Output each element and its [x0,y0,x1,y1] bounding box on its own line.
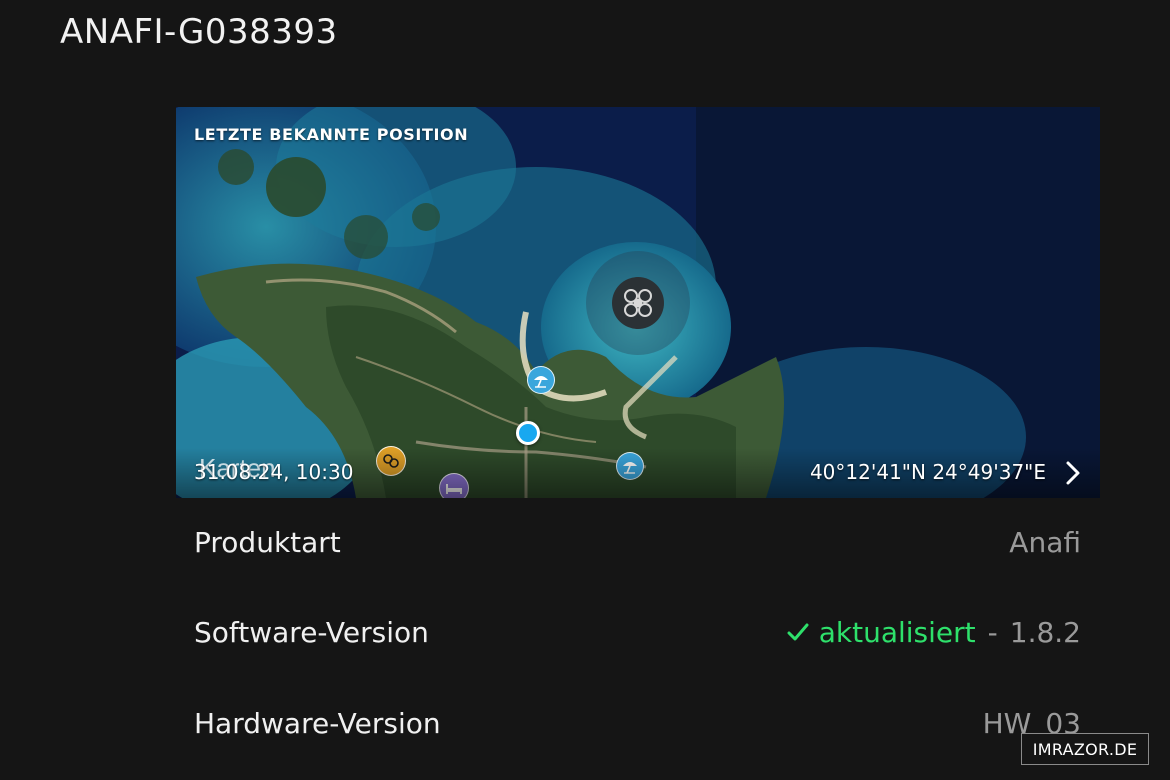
beach-umbrella-icon[interactable] [527,366,555,394]
update-status: aktualisiert [785,616,976,649]
last-position-map[interactable]: LETZTE BEKANNTE POSITION Karten 31.08.24… [176,107,1100,498]
drone-icon [612,277,664,329]
device-title: ANAFI-G038393 [60,12,338,52]
location-dot [516,421,540,445]
software-version-row: Software-Version aktualisiert - 1.8.2 [194,612,1081,652]
product-type-label: Produktart [194,525,341,559]
version-separator: - [987,615,998,649]
map-coordinates: 40°12'41"N 24°49'37"E [809,460,1046,484]
map-timestamp: 31.08.24, 10:30 [194,460,354,484]
update-status-text: aktualisiert [818,615,976,649]
chevron-right-icon[interactable] [1062,459,1084,487]
watermark: IMRAZOR.DE [1021,733,1149,765]
map-heading: LETZTE BEKANNTE POSITION [194,125,469,144]
hardware-version-label: Hardware-Version [194,706,441,740]
product-type-row: Produktart Anafi [194,522,1081,562]
software-version-label: Software-Version [194,615,429,649]
software-version-value-group: aktualisiert - 1.8.2 [785,616,1081,649]
software-version-value: 1.8.2 [1009,615,1081,649]
check-icon [787,623,809,641]
product-type-value: Anafi [1009,525,1081,559]
hardware-version-row: Hardware-Version HW_03 [194,703,1081,743]
